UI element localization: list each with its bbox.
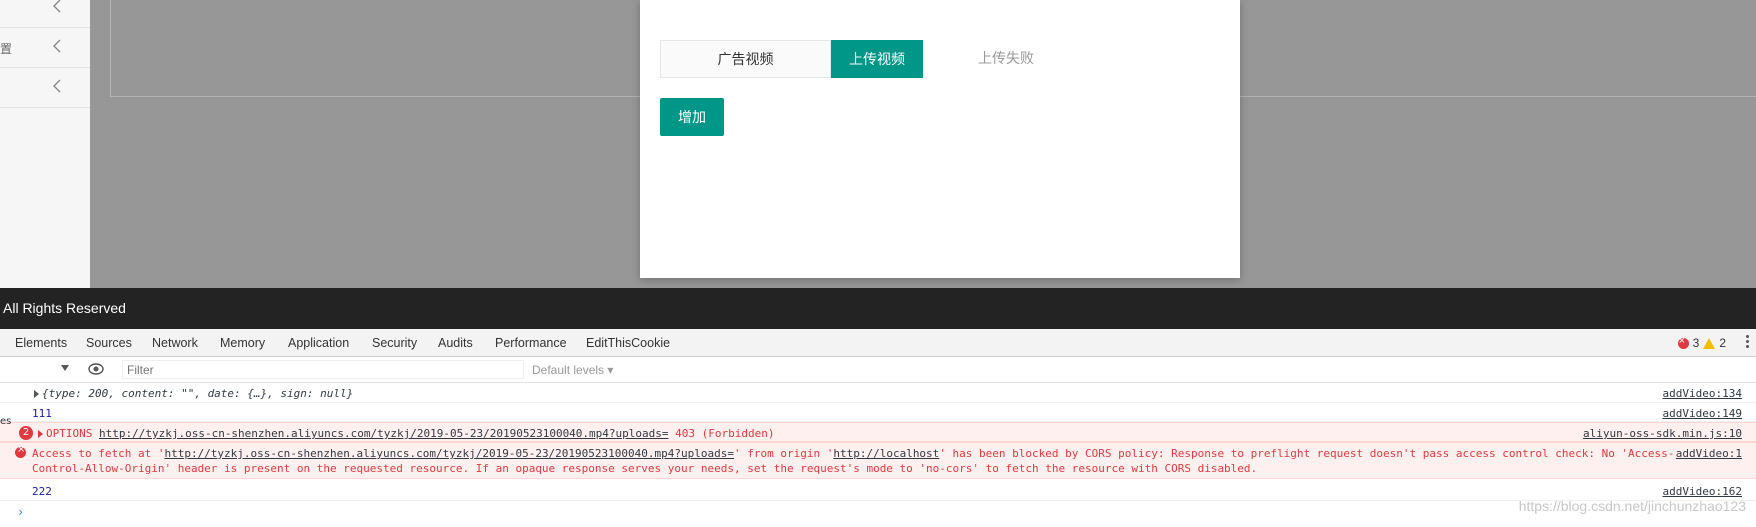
console-message: 222 (32, 485, 52, 498)
upload-modal: 广告视频 上传视频 上传失败 增加 (640, 0, 1240, 278)
tab-ad-video[interactable]: 广告视频 (660, 40, 831, 78)
console-row: {type: 200, content: "", date: {…}, sign… (0, 383, 1756, 403)
origin-url[interactable]: http://localhost (833, 447, 939, 460)
chevron-left-icon (53, 79, 61, 93)
console-message-line2: Control-Allow-Origin' header is present … (32, 462, 1258, 475)
tab-audits[interactable]: Audits (438, 336, 473, 350)
source-link[interactable]: addVideo:149 (1663, 407, 1742, 420)
console-message[interactable]: {type: 200, content: "", date: {…}, sign… (42, 387, 353, 400)
tab-performance[interactable]: Performance (495, 336, 567, 350)
source-link[interactable]: addVideo:134 (1663, 387, 1742, 400)
tab-memory[interactable]: Memory (220, 336, 265, 350)
more-options-icon[interactable] (1746, 335, 1750, 351)
tab-network[interactable]: Network (152, 336, 198, 350)
eye-icon[interactable] (88, 363, 104, 375)
expand-triangle-icon[interactable] (34, 390, 39, 398)
upload-status-text: 上传失败 (978, 51, 1034, 67)
devtools-panel: Elements Sources Network Memory Applicat… (0, 329, 1756, 527)
console-row: 222 addVideo:162 (0, 479, 1756, 501)
chevron-left-icon (53, 39, 61, 53)
log-levels-dropdown[interactable]: Default levels ▾ (532, 363, 613, 377)
warning-icon (1703, 337, 1716, 349)
message-text: Access to fetch at ' (32, 447, 165, 460)
console-message: Access to fetch at 'http://tyzkj.oss-cn-… (32, 447, 1674, 460)
console-message: OPTIONS http://tyzkj.oss-cn-shenzhen.ali… (46, 427, 775, 440)
request-url[interactable]: http://tyzkj.oss-cn-shenzhen.aliyuncs.co… (99, 427, 669, 440)
tab-elements[interactable]: Elements (15, 336, 67, 350)
expand-triangle-icon[interactable] (38, 430, 43, 438)
console-toolbar: Default levels ▾ (0, 357, 1756, 383)
source-link[interactable]: addVideo:162 (1663, 485, 1742, 498)
left-edge-fragment: es (0, 416, 12, 427)
source-link[interactable]: aliyun-oss-sdk.min.js:10 (1583, 427, 1742, 440)
tab-application[interactable]: Application (288, 336, 349, 350)
sidebar-item-label: 置 (0, 42, 13, 56)
message-text: ' has been blocked by CORS policy: Respo… (939, 447, 1675, 460)
devtools-tab-bar: Elements Sources Network Memory Applicat… (0, 329, 1756, 357)
sidebar: 置 (0, 0, 90, 288)
tab-security[interactable]: Security (372, 336, 417, 350)
console-error-row: Access to fetch at 'http://tyzkj.oss-cn-… (0, 442, 1756, 479)
chevron-left-icon (53, 0, 61, 13)
repeat-count-badge: 2 (19, 426, 33, 440)
error-icon (15, 444, 26, 458)
message-text: ' from origin ' (734, 447, 834, 460)
context-dropdown-icon[interactable] (61, 365, 69, 371)
console-row: 111 addVideo:149 (0, 403, 1756, 422)
filter-input[interactable] (122, 360, 524, 379)
console-message: 111 (32, 407, 52, 420)
footer-bar: All Rights Reserved (0, 288, 1756, 329)
error-icon (1677, 335, 1689, 349)
sidebar-item[interactable]: 置 (0, 28, 90, 68)
response-status: 403 (Forbidden) (675, 427, 775, 440)
tab-editthiscookie[interactable]: EditThisCookie (586, 336, 670, 350)
error-count: 3 (1692, 336, 1700, 350)
warning-count: 2 (1719, 336, 1726, 350)
source-link[interactable]: addVideo:1 (1676, 447, 1742, 460)
sidebar-item[interactable] (0, 68, 90, 108)
add-button[interactable]: 增加 (660, 98, 724, 136)
tab-sources[interactable]: Sources (86, 336, 132, 350)
app-area: 置 广告视频 上传视频 上传失败 增加 (0, 0, 1756, 288)
console-error-row: 2 OPTIONS http://tyzkj.oss-cn-shenzhen.a… (0, 422, 1756, 442)
footer-text: All Rights Reserved (3, 300, 126, 316)
console-output: {type: 200, content: "", date: {…}, sign… (0, 383, 1756, 527)
issue-counts[interactable]: 3 2 (1677, 335, 1726, 350)
request-method: OPTIONS (46, 427, 93, 440)
sidebar-item[interactable] (0, 0, 90, 28)
request-url[interactable]: http://tyzkj.oss-cn-shenzhen.aliyuncs.co… (164, 447, 734, 460)
video-tab-group: 广告视频 上传视频 (660, 40, 923, 78)
watermark: https://blog.csdn.net/jinchunzhao123 (1518, 498, 1746, 514)
tab-upload-video[interactable]: 上传视频 (831, 40, 923, 78)
console-prompt[interactable]: › (17, 505, 24, 519)
